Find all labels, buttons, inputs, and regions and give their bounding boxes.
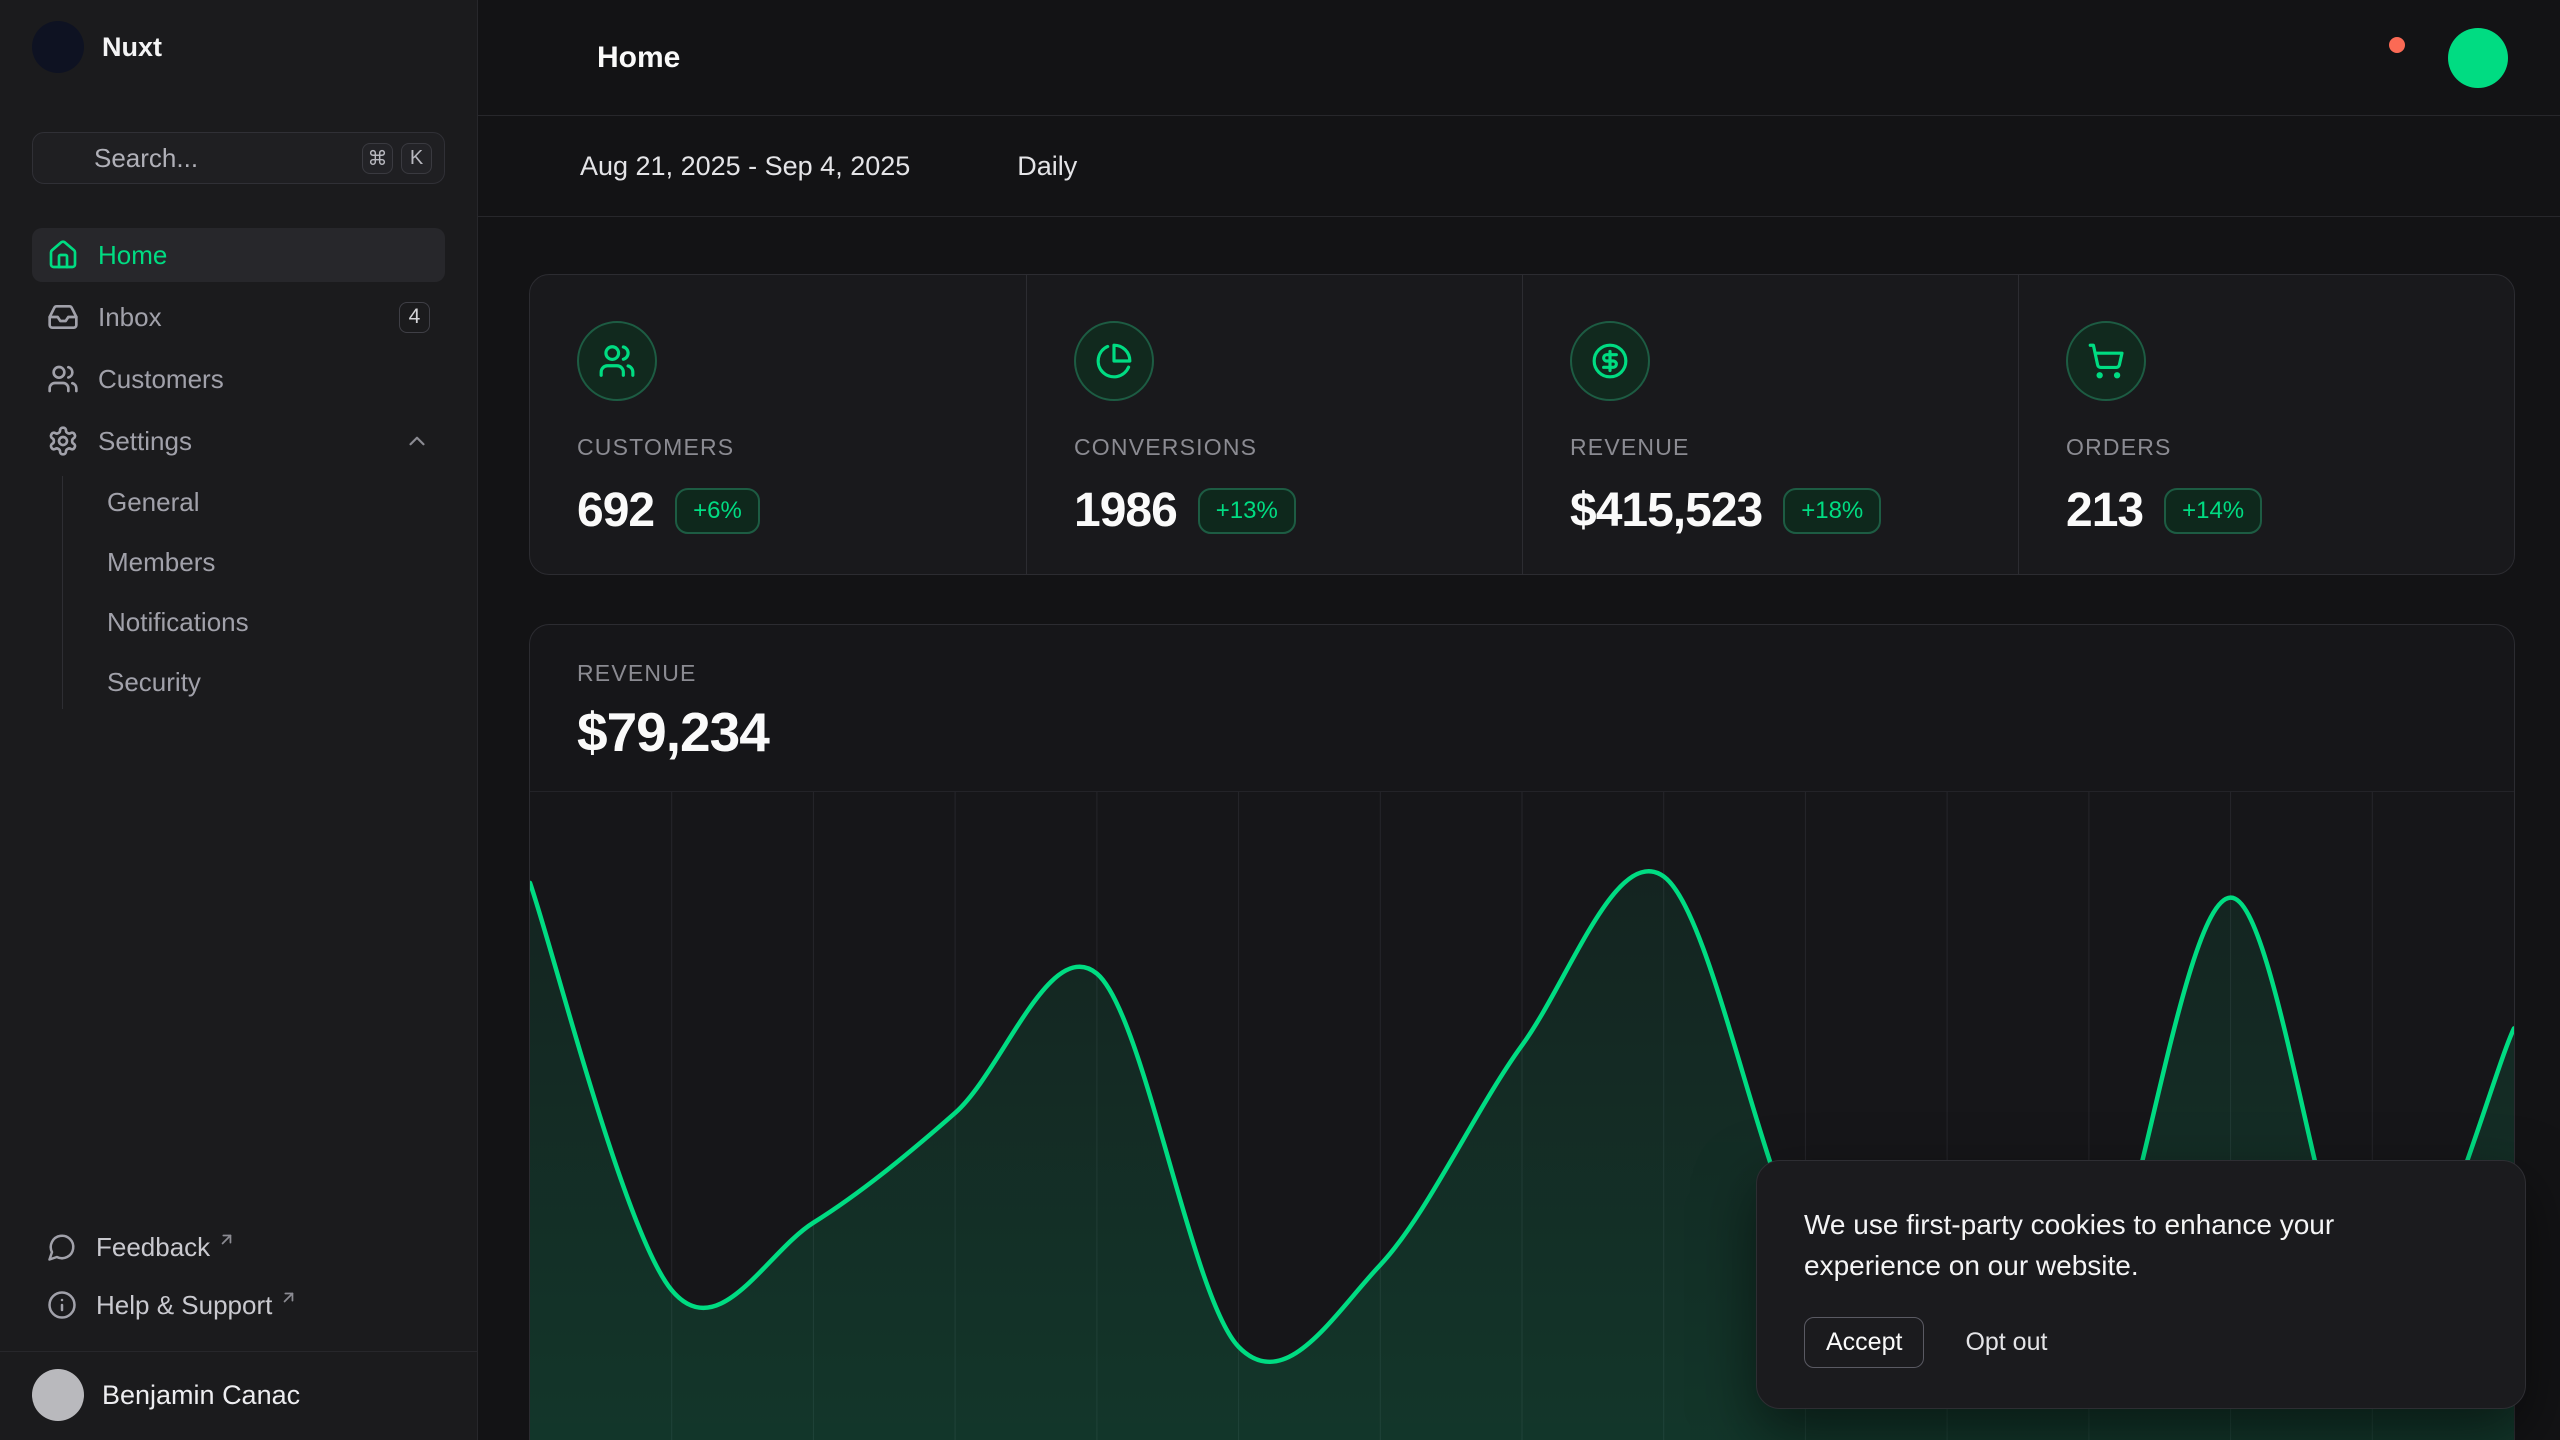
notification-dot: [2389, 37, 2405, 53]
sidebar-item-feedback[interactable]: Feedback: [32, 1221, 445, 1273]
unread-count-badge: 4: [399, 302, 430, 333]
team-switcher[interactable]: Nuxt: [32, 16, 445, 78]
stat-label: REVENUE: [1570, 434, 1988, 461]
stat-delta-badge: +13%: [1198, 488, 1296, 534]
sidebar-subitem-general[interactable]: General: [63, 476, 445, 529]
accept-cookies-button[interactable]: Accept: [1804, 1317, 1924, 1368]
stat-value: 213: [2066, 483, 2143, 538]
sidebar: Nuxt ⌘ K Home Inbox 4 Customers Settings Gene…: [0, 0, 478, 1440]
sidebar-item-label: Home: [98, 240, 167, 271]
period-value: Daily: [1017, 151, 1077, 182]
user-name: Benjamin Canac: [102, 1380, 300, 1411]
avatar: [32, 1369, 84, 1421]
stat-delta-badge: +6%: [675, 488, 760, 534]
sidebar-subitem-notifications[interactable]: Notifications: [63, 596, 445, 649]
team-name: Nuxt: [102, 32, 162, 63]
sidebar-item-help-support[interactable]: Help & Support: [32, 1279, 445, 1331]
chevrons-up-down-icon: [415, 32, 445, 62]
calendar-icon: [530, 151, 561, 182]
date-range-picker[interactable]: Aug 21, 2025 - Sep 4, 2025: [530, 151, 954, 182]
sidebar-nav: Home Inbox 4 Customers Settings General Member…: [32, 228, 445, 719]
date-range-value: Aug 21, 2025 - Sep 4, 2025: [580, 151, 910, 182]
stats-row: CUSTOMERS 692 +6% CONVERSIONS 1986 +13% REVENU…: [529, 274, 2515, 575]
stat-card-orders[interactable]: ORDERS 213 +14%: [2018, 275, 2514, 574]
stat-value: 692: [577, 483, 654, 538]
sidebar-item-home[interactable]: Home: [32, 228, 445, 282]
pie-chart-icon: [1074, 321, 1154, 401]
sidebar-item-customers[interactable]: Customers: [32, 352, 445, 406]
page-title: Home: [597, 41, 680, 75]
sidebar-item-label: Settings: [98, 426, 192, 457]
user-menu[interactable]: Benjamin Canac: [32, 1352, 445, 1440]
sidebar-item-label: Feedback: [96, 1232, 210, 1263]
cookie-banner: We use first-party cookies to enhance yo…: [1756, 1160, 2526, 1409]
search-input-wrapper[interactable]: ⌘ K: [32, 132, 445, 184]
stat-card-customers[interactable]: CUSTOMERS 692 +6%: [530, 275, 1026, 574]
inbox-icon: [47, 301, 79, 333]
circle-dollar-icon: [1570, 321, 1650, 401]
sidebar-item-label: Help & Support: [96, 1290, 272, 1321]
chart-title: REVENUE: [577, 660, 2467, 687]
collapse-sidebar-icon[interactable]: [530, 38, 570, 78]
sidebar-footer: Feedback Help & Support Benjamin Canac: [32, 1221, 445, 1440]
sidebar-item-label: Customers: [98, 364, 224, 395]
stat-value: 1986: [1074, 483, 1177, 538]
add-button[interactable]: [2448, 28, 2508, 88]
chart-current-value: $79,234: [577, 700, 2467, 764]
sidebar-subitem-security[interactable]: Security: [63, 656, 445, 709]
chevron-down-icon: [929, 154, 954, 179]
period-select[interactable]: Daily: [1017, 151, 1121, 182]
chevrons-up-down-icon: [415, 1380, 445, 1410]
users-icon: [577, 321, 657, 401]
sidebar-subitem-members[interactable]: Members: [63, 536, 445, 589]
top-header: Home: [478, 0, 2560, 116]
external-link-icon: [217, 1230, 236, 1249]
stat-delta-badge: +14%: [2164, 488, 2262, 534]
external-link-icon: [279, 1288, 298, 1307]
users-icon: [47, 363, 79, 395]
chevron-up-icon: [404, 428, 430, 454]
stat-label: CONVERSIONS: [1074, 434, 1492, 461]
nuxt-logo-icon: [32, 21, 84, 73]
stat-card-revenue[interactable]: REVENUE $415,523 +18%: [1522, 275, 2018, 574]
sidebar-item-settings[interactable]: Settings: [32, 414, 445, 468]
cart-icon: [2066, 321, 2146, 401]
kbd-k: K: [401, 143, 432, 174]
chevron-down-icon: [1096, 154, 1121, 179]
cookie-message: We use first-party cookies to enhance yo…: [1804, 1204, 2424, 1286]
search-icon: [49, 144, 78, 173]
optout-cookies-button[interactable]: Opt out: [1961, 1318, 2051, 1367]
stat-card-conversions[interactable]: CONVERSIONS 1986 +13%: [1026, 275, 1522, 574]
info-icon: [47, 1290, 77, 1320]
stat-delta-badge: +18%: [1783, 488, 1881, 534]
notifications-button[interactable]: [2361, 36, 2405, 80]
home-icon: [47, 239, 79, 271]
sidebar-subnav-settings: General Members Notifications Security: [62, 476, 445, 709]
sidebar-item-inbox[interactable]: Inbox 4: [32, 290, 445, 344]
sidebar-item-label: Inbox: [98, 302, 162, 333]
kbd-meta: ⌘: [362, 143, 393, 174]
chart-header: REVENUE $79,234: [530, 625, 2514, 791]
filters-toolbar: Aug 21, 2025 - Sep 4, 2025 Daily: [478, 116, 2560, 217]
stat-label: ORDERS: [2066, 434, 2484, 461]
message-circle-icon: [47, 1232, 77, 1262]
gear-icon: [47, 425, 79, 457]
search-input[interactable]: [94, 143, 354, 174]
stat-label: CUSTOMERS: [577, 434, 996, 461]
stat-value: $415,523: [1570, 483, 1762, 538]
